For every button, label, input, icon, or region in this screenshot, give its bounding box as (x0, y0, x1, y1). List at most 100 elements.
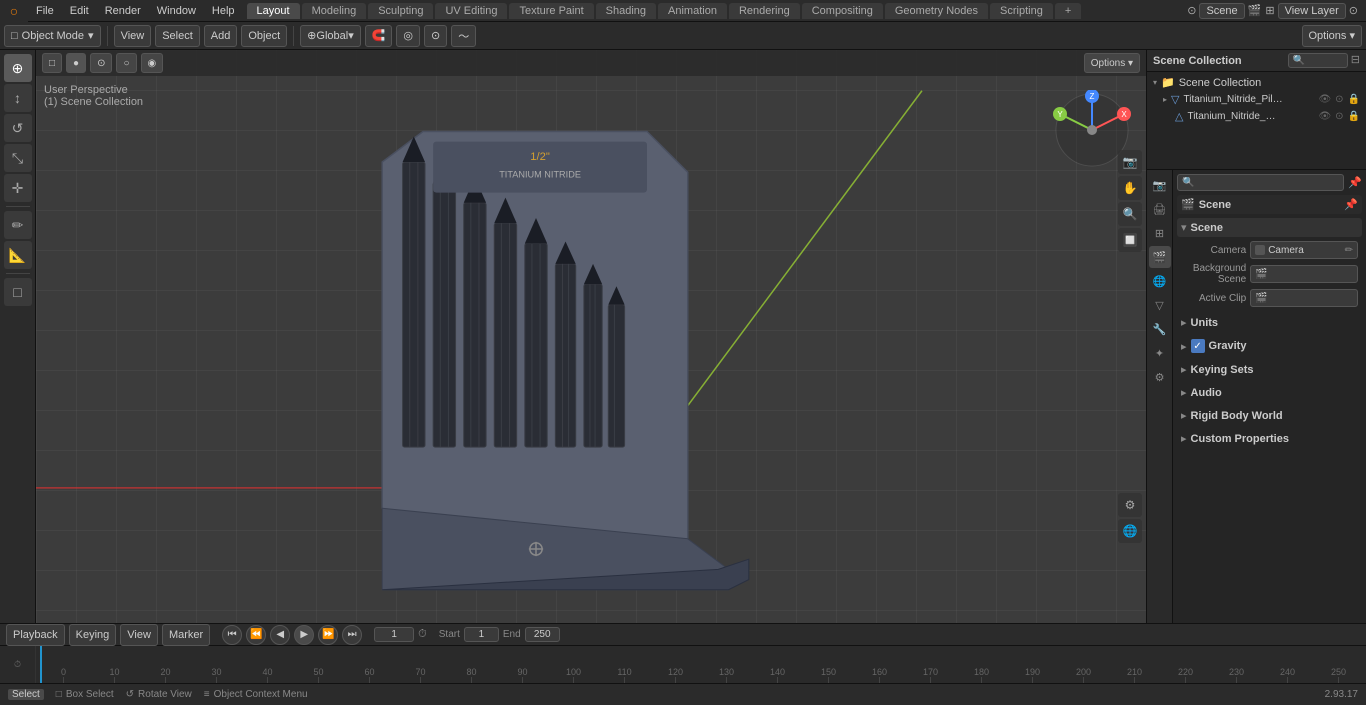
scene-name-input[interactable]: Scene (1199, 3, 1244, 19)
select-menu-btn[interactable]: Select (155, 25, 200, 47)
step-forward-btn[interactable]: ⏩ (318, 625, 338, 645)
annotate-tool-btn[interactable]: ✏ (4, 211, 32, 239)
tab-modeling[interactable]: Modeling (302, 3, 367, 19)
tab-animation[interactable]: Animation (658, 3, 727, 19)
tab-layout[interactable]: Layout (247, 3, 300, 19)
outliner-item-2[interactable]: △ Titanium_Nitride_Pilot_Pc 👁 ⊙ 🔒 (1147, 108, 1366, 125)
options-btn[interactable]: Options ▾ (1302, 25, 1363, 47)
measure-tool-btn[interactable]: 📐 (4, 241, 32, 269)
tab-shading[interactable]: Shading (596, 3, 656, 19)
item2-select-icon[interactable]: ⊙ (1335, 111, 1343, 122)
menu-window[interactable]: Window (149, 0, 204, 21)
tab-sculpting[interactable]: Sculpting (368, 3, 433, 19)
item2-lock-icon[interactable]: 🔒 (1348, 111, 1360, 122)
timeline-view-btn[interactable]: View (120, 624, 158, 646)
prop-tab-physics[interactable]: ⚙ (1149, 366, 1171, 388)
prop-tab-view-layer[interactable]: ⊞ (1149, 222, 1171, 244)
snap-btn[interactable]: 🧲 (365, 25, 393, 47)
add-cube-btn[interactable]: □ (4, 278, 32, 306)
cursor-tool-btn[interactable]: ⊕ (4, 54, 32, 82)
start-frame-input[interactable] (464, 627, 499, 642)
audio-header[interactable]: ▸ Audio (1177, 383, 1362, 402)
prop-tab-render[interactable]: 📷 (1149, 174, 1171, 196)
prop-search-input[interactable] (1177, 174, 1344, 191)
marker-btn[interactable]: Marker (162, 624, 210, 646)
menu-file[interactable]: File (28, 0, 62, 21)
viewport-world-btn[interactable]: 🌐 (1118, 519, 1142, 543)
item1-select-icon[interactable]: ⊙ (1335, 94, 1343, 105)
tab-geometry-nodes[interactable]: Geometry Nodes (885, 3, 988, 19)
current-frame-input[interactable] (374, 627, 414, 642)
jump-start-btn[interactable]: ⏮ (222, 625, 242, 645)
transform-pivot-btn[interactable]: ⊙ (424, 25, 447, 47)
gravity-checkbox[interactable]: ✓ (1191, 339, 1205, 353)
view-layer-input[interactable]: View Layer (1278, 3, 1346, 19)
global-dropdown[interactable]: ⊕ Global ▾ (300, 25, 361, 47)
rotate-tool-btn[interactable]: ↺ (4, 114, 32, 142)
prop-tab-scene[interactable]: 🎬 (1149, 246, 1171, 268)
camera-value[interactable]: Camera ✏ (1250, 241, 1358, 259)
scale-tool-btn[interactable]: ⤡ (4, 144, 32, 172)
view-menu-btn[interactable]: View (114, 25, 152, 47)
gravity-header[interactable]: ▸ ✓ Gravity (1177, 336, 1362, 356)
viewport-zoom-btn[interactable]: 🔍 (1118, 202, 1142, 226)
menu-render[interactable]: Render (97, 0, 149, 21)
timeline-ruler[interactable]: 0 10 20 30 40 (36, 646, 1366, 683)
tab-add[interactable]: + (1055, 3, 1081, 19)
viewport-shading-render-btn[interactable]: ◉ (141, 53, 164, 73)
viewport-shading-material-btn[interactable]: ○ (116, 53, 136, 73)
mode-dropdown[interactable]: □ Object Mode ▾ (4, 25, 101, 47)
tab-uv-editing[interactable]: UV Editing (435, 3, 507, 19)
units-header[interactable]: ▸ Units (1177, 313, 1362, 332)
viewport-lock-btn[interactable]: 🔲 (1118, 228, 1142, 252)
viewport-shading-solid-btn[interactable]: ● (66, 53, 86, 73)
tab-rendering[interactable]: Rendering (729, 3, 800, 19)
custom-props-header[interactable]: ▸ Custom Properties (1177, 429, 1362, 448)
prop-tab-particles[interactable]: ✦ (1149, 342, 1171, 364)
menu-help[interactable]: Help (204, 0, 243, 21)
viewport-mode-btn[interactable]: □ (42, 53, 62, 73)
proportional-btn[interactable]: ◎ (396, 25, 420, 47)
viewport-options-btn[interactable]: Options ▾ (1084, 53, 1140, 73)
keying-sets-header[interactable]: ▸ Keying Sets (1177, 360, 1362, 379)
prop-tab-output[interactable]: 🖨 (1149, 198, 1171, 220)
play-btn[interactable]: ▶ (294, 625, 314, 645)
jump-end-btn[interactable]: ⏭ (342, 625, 362, 645)
viewport-3d[interactable]: 1/2" TITANIUM NITRIDE □ ● ⊙ ○ ◉ Options … (36, 50, 1146, 623)
tab-texture-paint[interactable]: Texture Paint (509, 3, 593, 19)
viewport-shading-wire-btn[interactable]: ⊙ (90, 53, 112, 73)
object-menu-btn[interactable]: Object (241, 25, 287, 47)
scene-header-pin[interactable]: 📌 (1344, 198, 1358, 211)
item1-visibility-icon[interactable]: 👁 (1318, 94, 1331, 105)
prop-tab-world[interactable]: 🌐 (1149, 270, 1171, 292)
item2-visibility-icon[interactable]: 👁 (1318, 111, 1331, 122)
add-menu-btn[interactable]: Add (204, 25, 238, 47)
viewport-render-settings-btn[interactable]: ⚙ (1118, 493, 1142, 517)
outliner-item-1[interactable]: ▸ ▽ Titanium_Nitride_Pilot_Point_ 👁 ⊙ 🔒 (1147, 91, 1366, 108)
tab-scripting[interactable]: Scripting (990, 3, 1053, 19)
outliner-filter-icon[interactable]: ⊟ (1351, 53, 1360, 68)
end-frame-input[interactable] (525, 627, 560, 642)
outliner-search[interactable] (1288, 53, 1348, 68)
move-tool-btn[interactable]: ↕ (4, 84, 32, 112)
step-back-btn[interactable]: ⏪ (246, 625, 266, 645)
viewport-hand-btn[interactable]: ✋ (1118, 176, 1142, 200)
camera-edit-icon[interactable]: ✏ (1345, 245, 1353, 256)
prop-tab-modifier[interactable]: 🔧 (1149, 318, 1171, 340)
outliner-scene-collection[interactable]: ▾ 📁 Scene Collection (1147, 74, 1366, 91)
transform-tool-btn[interactable]: ✛ (4, 174, 32, 202)
scene-section-header[interactable]: ▾ Scene (1177, 218, 1362, 237)
rigid-body-header[interactable]: ▸ Rigid Body World (1177, 406, 1362, 425)
play-reverse-btn[interactable]: ◀ (270, 625, 290, 645)
transform-orientation-btn[interactable]: 〜 (451, 25, 476, 47)
keying-menu-btn[interactable]: Keying (69, 624, 117, 646)
prop-tab-object[interactable]: ▽ (1149, 294, 1171, 316)
tab-compositing[interactable]: Compositing (802, 3, 883, 19)
prop-pin-icon[interactable]: 📌 (1348, 176, 1362, 189)
menu-edit[interactable]: Edit (62, 0, 97, 21)
background-scene-value[interactable]: 🎬 (1250, 265, 1358, 283)
item1-lock-icon[interactable]: 🔒 (1348, 94, 1360, 105)
playback-menu-btn[interactable]: Playback (6, 624, 65, 646)
active-clip-value[interactable]: 🎬 (1250, 289, 1358, 307)
viewport-camera-btn[interactable]: 📷 (1118, 150, 1142, 174)
